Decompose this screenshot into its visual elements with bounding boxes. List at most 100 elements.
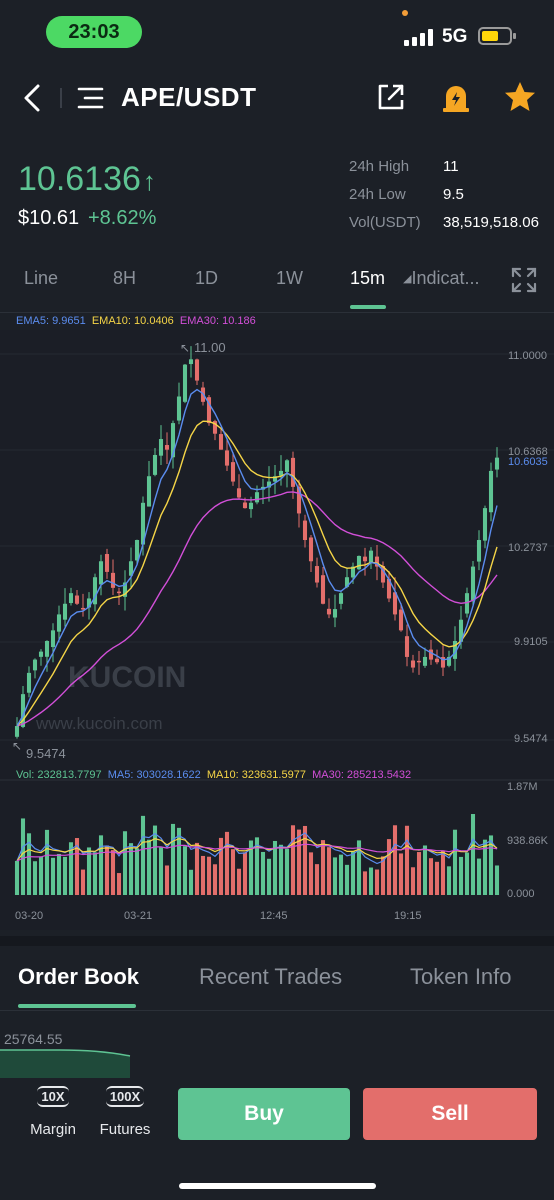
volume-bar bbox=[368, 867, 374, 895]
volume-bar bbox=[50, 857, 56, 895]
volume-bar bbox=[164, 865, 170, 895]
volume-bar bbox=[158, 847, 164, 895]
time-axis-label: 03-21 bbox=[124, 910, 152, 922]
candle bbox=[110, 572, 116, 588]
tab-1w[interactable]: 1W bbox=[276, 268, 303, 289]
volume-bar bbox=[374, 869, 380, 895]
futures-button[interactable]: 100X Futures bbox=[94, 1086, 156, 1138]
home-indicator bbox=[179, 1183, 376, 1189]
vol-axis-label: 0.000 bbox=[507, 888, 535, 900]
candle bbox=[68, 593, 74, 604]
volume-bar bbox=[422, 845, 428, 895]
volume-bar bbox=[320, 840, 326, 895]
pair-title[interactable]: APE/USDT bbox=[121, 82, 256, 113]
volume-bar bbox=[224, 831, 230, 895]
candle bbox=[338, 593, 344, 604]
tab-recent-trades[interactable]: Recent Trades bbox=[199, 964, 342, 990]
candlestick-chart[interactable]: KUCOIN www.kucoin.com 11.0000 10.6368 10… bbox=[0, 330, 554, 930]
candle bbox=[158, 439, 164, 456]
candle bbox=[152, 454, 158, 475]
candle bbox=[428, 649, 434, 660]
tab-token-info[interactable]: Token Info bbox=[410, 964, 512, 990]
tab-1d[interactable]: 1D bbox=[195, 268, 218, 289]
candle bbox=[362, 556, 368, 562]
buy-button[interactable]: Buy bbox=[178, 1088, 350, 1140]
favorite-star-icon[interactable] bbox=[503, 80, 537, 114]
margin-label: Margin bbox=[30, 1121, 76, 1138]
volume-bar bbox=[206, 856, 212, 895]
candle bbox=[332, 609, 338, 618]
cellular-signal-icon bbox=[404, 28, 433, 46]
candle bbox=[308, 537, 314, 562]
candle bbox=[182, 364, 188, 402]
candle bbox=[482, 508, 488, 541]
stat-value-low: 9.5 bbox=[443, 186, 464, 203]
tab-line[interactable]: Line bbox=[24, 268, 58, 289]
volume-bar bbox=[188, 869, 194, 895]
tab-order-book[interactable]: Order Book bbox=[18, 964, 139, 990]
candle bbox=[14, 726, 20, 737]
stat-label-low: 24h Low bbox=[349, 186, 406, 203]
candle bbox=[146, 476, 152, 507]
tab-indicators[interactable]: ◢Indicat... bbox=[403, 268, 480, 289]
volume-bar bbox=[236, 868, 242, 895]
candle bbox=[224, 450, 230, 466]
time-axis-label: 03-20 bbox=[15, 910, 43, 922]
status-time: 23:03 bbox=[46, 16, 142, 48]
volume-bar bbox=[14, 860, 20, 895]
volume-bar bbox=[440, 850, 446, 895]
volume-bar bbox=[134, 848, 140, 895]
candle bbox=[494, 457, 500, 470]
volume-bar bbox=[32, 861, 38, 895]
vol-axis-label: 1.87M bbox=[507, 781, 538, 793]
low-annotation: 9.5474 bbox=[26, 746, 66, 761]
fullscreen-icon[interactable] bbox=[510, 266, 538, 294]
price-alert-icon[interactable] bbox=[440, 80, 472, 114]
candle bbox=[56, 614, 62, 632]
volume-bar bbox=[464, 852, 470, 895]
volume-bar bbox=[38, 856, 44, 895]
sell-button[interactable]: Sell bbox=[363, 1088, 537, 1140]
share-icon[interactable] bbox=[376, 82, 406, 112]
candle bbox=[116, 591, 122, 594]
volume-bar bbox=[230, 849, 236, 895]
last-price: 10.6136↑ bbox=[18, 160, 156, 198]
candle bbox=[470, 566, 476, 601]
time-axis-label: 12:45 bbox=[260, 910, 288, 922]
volume-bar bbox=[344, 864, 350, 895]
volume-bar bbox=[302, 825, 308, 895]
volume-bar bbox=[20, 818, 26, 895]
volume-bar bbox=[110, 850, 116, 895]
candle bbox=[74, 595, 80, 604]
candle bbox=[434, 658, 440, 663]
volume-bar bbox=[170, 823, 176, 895]
ema30-legend: EMA30: 10.186 bbox=[179, 315, 256, 327]
volume-bar bbox=[140, 815, 146, 895]
candle bbox=[410, 660, 416, 668]
candle bbox=[302, 520, 308, 541]
pair-list-menu-icon[interactable] bbox=[76, 84, 106, 112]
volume-bar bbox=[98, 835, 104, 895]
margin-button[interactable]: 10X Margin bbox=[22, 1086, 84, 1138]
back-arrow-icon[interactable] bbox=[16, 78, 48, 118]
candle bbox=[320, 575, 326, 604]
tab-15m[interactable]: 15m bbox=[350, 268, 385, 289]
vol-ma30-legend: MA30: 285213.5432 bbox=[312, 769, 412, 781]
candle bbox=[218, 434, 224, 450]
low-marker-arrow-icon: ↖ bbox=[12, 739, 22, 753]
price-axis-label: 11.0000 bbox=[508, 350, 547, 362]
volume-bar bbox=[386, 839, 392, 895]
battery-icon bbox=[478, 27, 516, 45]
depth-price: 25764.55 bbox=[4, 1031, 63, 1047]
volume-bar bbox=[200, 855, 206, 895]
candle bbox=[230, 462, 236, 482]
tab-8h[interactable]: 8H bbox=[113, 268, 136, 289]
price-axis-label: 9.9105 bbox=[514, 636, 548, 648]
candle bbox=[164, 445, 170, 450]
candle bbox=[44, 640, 50, 657]
volume-bar bbox=[326, 847, 332, 895]
volume-bar bbox=[410, 867, 416, 895]
candle bbox=[194, 359, 200, 381]
volume-bar bbox=[404, 825, 410, 895]
volume-bar bbox=[284, 848, 290, 895]
